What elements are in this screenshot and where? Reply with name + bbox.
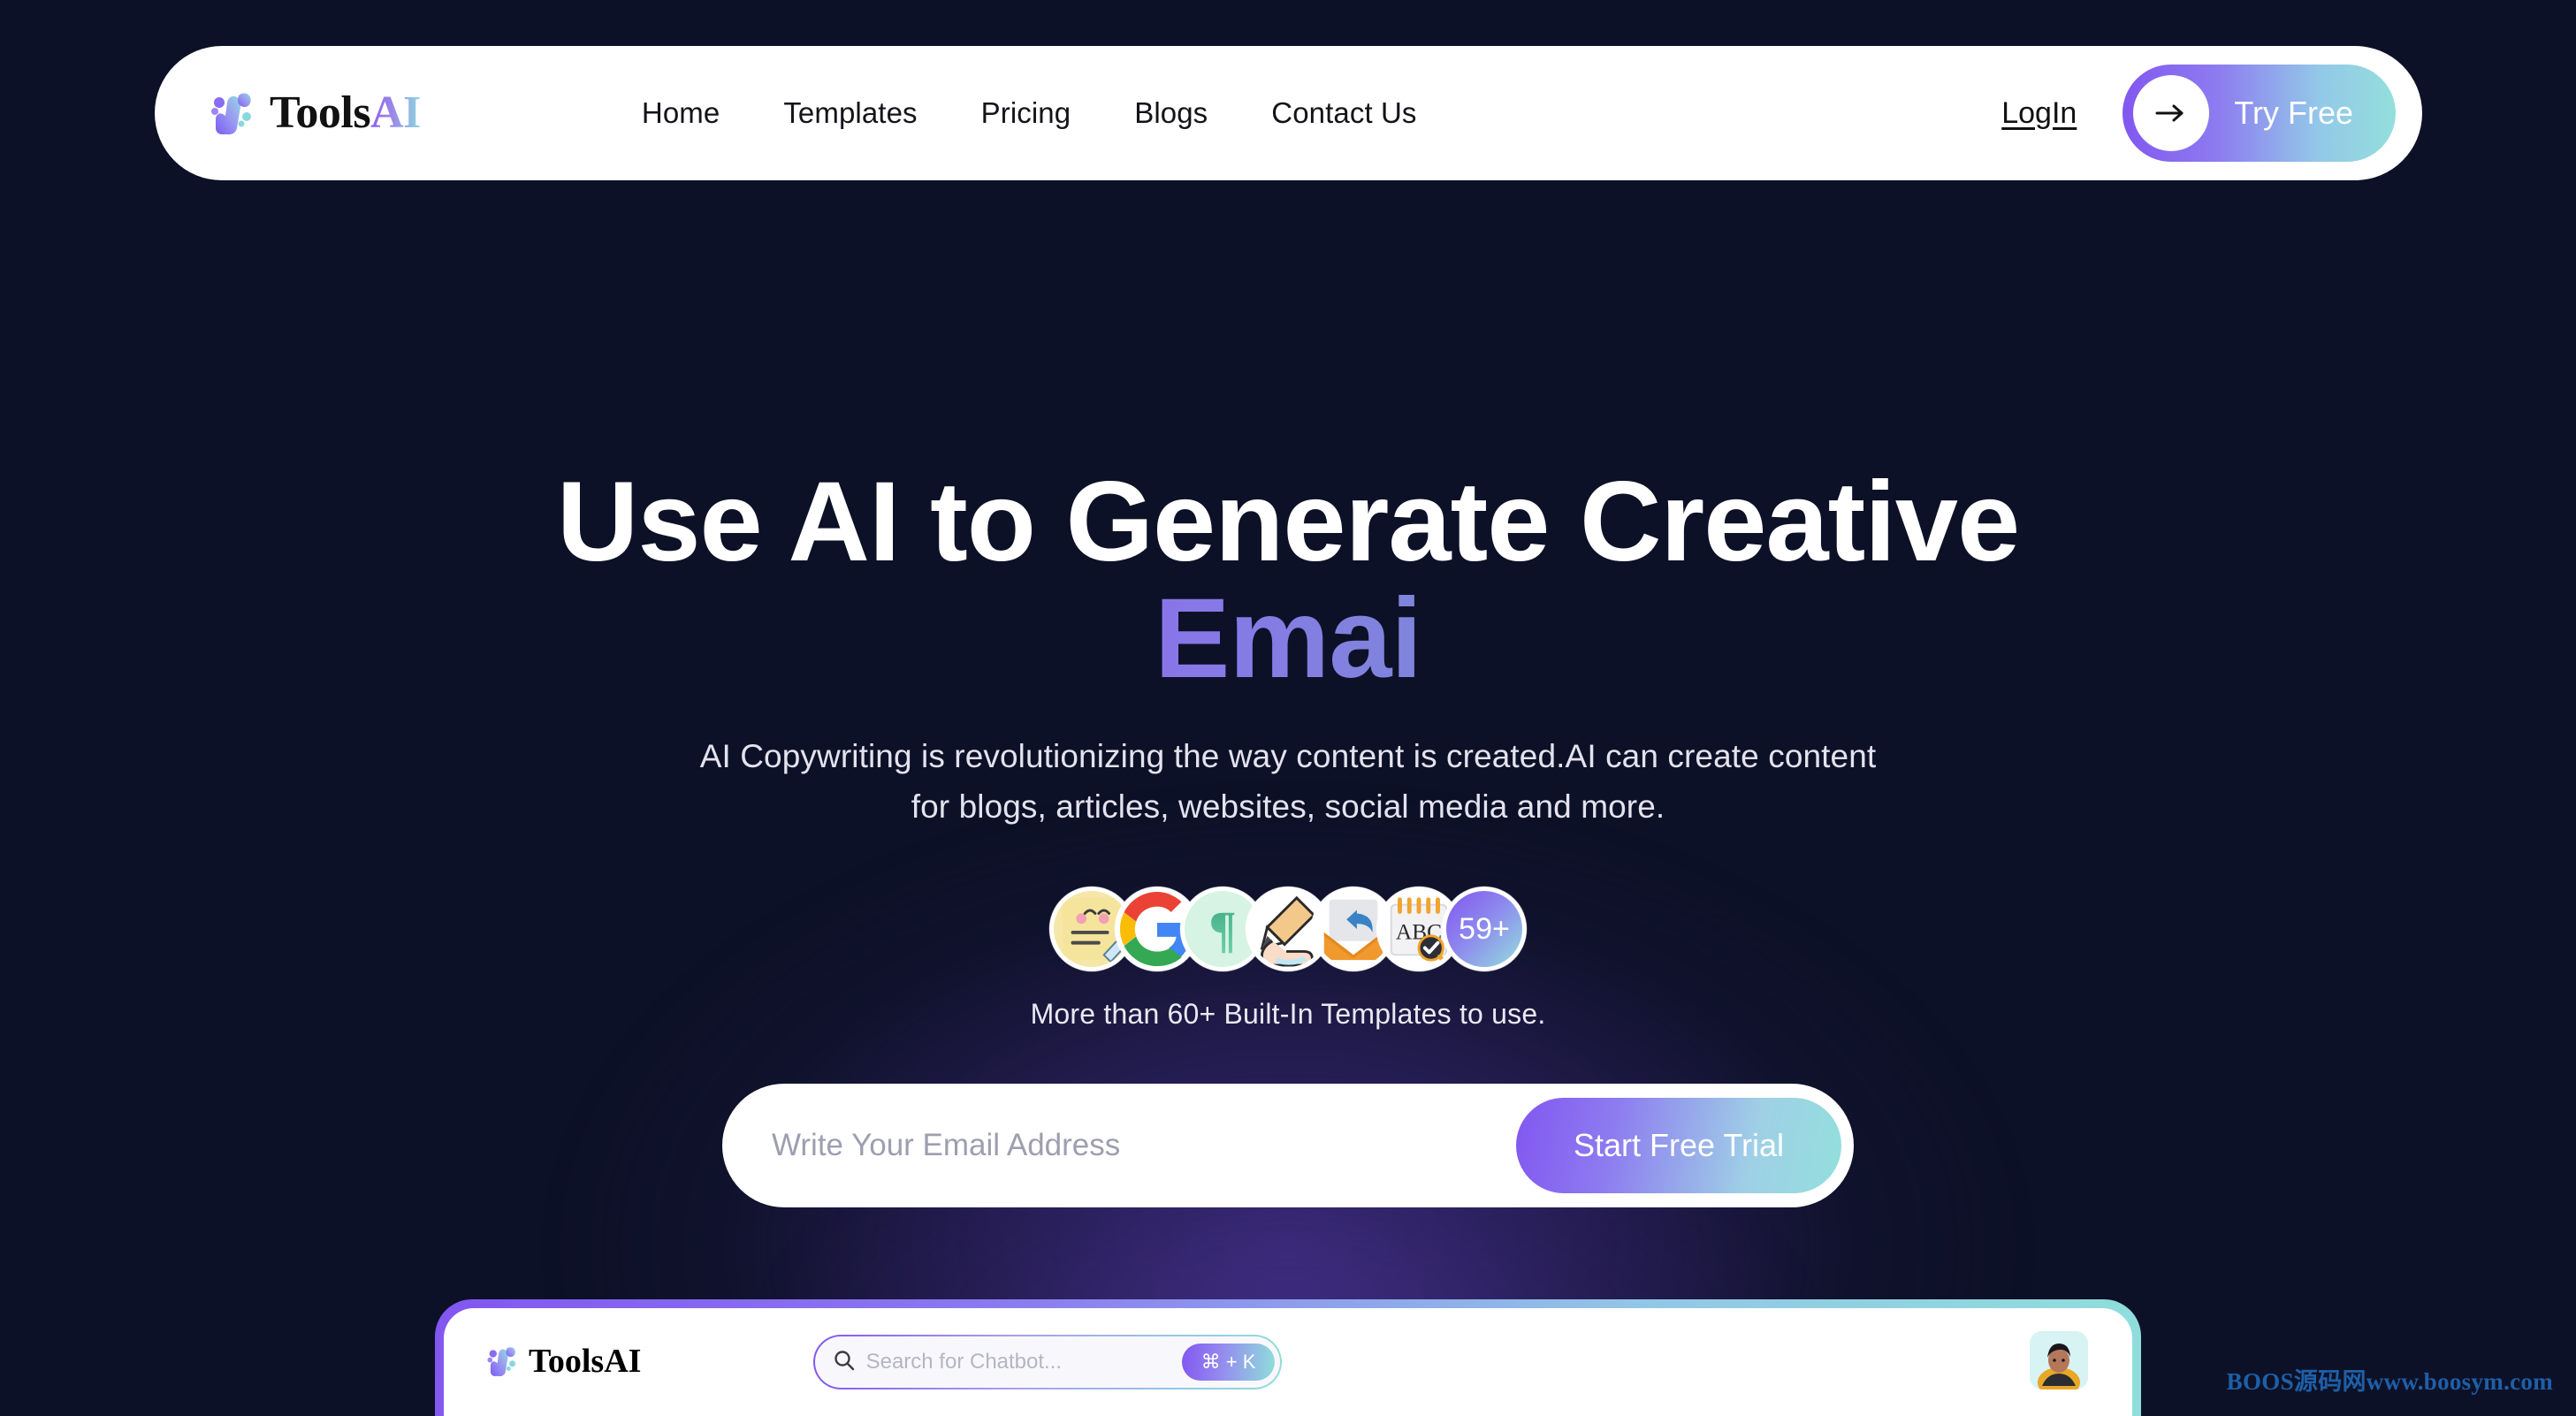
nav-item-templates[interactable]: Templates: [783, 96, 917, 130]
start-free-trial-button[interactable]: Start Free Trial: [1516, 1098, 1841, 1194]
templates-note: More than 60+ Built-In Templates to use.: [1030, 998, 1546, 1031]
hero-title-line2-animated: Emai: [0, 580, 2576, 697]
header-actions: LogIn Try Free: [2001, 65, 2396, 162]
user-avatar-icon[interactable]: [2030, 1331, 2088, 1389]
try-free-label: Try Free: [2234, 95, 2353, 131]
brand-name-accent: AI: [370, 88, 421, 138]
avatar-count-badge[interactable]: 59+: [1442, 887, 1527, 972]
app-preview-card: ToolsAI Search for Chatbot... ⌘ + K: [435, 1299, 2141, 1416]
template-avatar-stack: ¶ ABC 59+: [1049, 887, 1527, 972]
hero-section: Use AI to Generate Creative Emai AI Copy…: [0, 0, 2576, 1208]
brand-name-primary: Tools: [270, 88, 371, 138]
search-shortcut-badge[interactable]: ⌘ + K: [1181, 1344, 1276, 1381]
app-brand-logo[interactable]: ToolsAI: [486, 1344, 641, 1379]
app-brand-name-primary: Tools: [529, 1343, 605, 1380]
app-search-bar[interactable]: Search for Chatbot... ⌘ + K: [813, 1335, 1282, 1389]
nav-item-home[interactable]: Home: [642, 96, 720, 130]
search-icon: [833, 1349, 856, 1376]
nav-item-contact-us[interactable]: Contact Us: [1271, 96, 1416, 130]
nav-item-blogs[interactable]: Blogs: [1134, 96, 1208, 130]
app-brand-name-accent: AI: [604, 1343, 642, 1380]
email-capture-form: Start Free Trial: [722, 1084, 1854, 1208]
app-preview-inner: ToolsAI Search for Chatbot... ⌘ + K: [444, 1308, 2132, 1416]
app-search-placeholder: Search for Chatbot...: [865, 1350, 1063, 1374]
nav-item-pricing[interactable]: Pricing: [981, 96, 1071, 130]
hero-subtitle: AI Copywriting is revolutionizing the wa…: [0, 731, 2576, 833]
template-avatars-row: ¶ ABC 59+: [0, 887, 2576, 972]
watermark: BOOS源码网www.boosym.com: [2226, 1368, 2553, 1395]
email-input[interactable]: [772, 1084, 1516, 1208]
app-search-inner: Search for Chatbot... ⌘ + K: [814, 1336, 1281, 1389]
main-navigation: Home Templates Pricing Blogs Contact Us: [642, 96, 1417, 130]
hero-subtitle-line1: AI Copywriting is revolutionizing the wa…: [699, 737, 1877, 774]
hero-subtitle-line2: for blogs, articles, websites, social me…: [911, 788, 1665, 825]
site-header: ToolsAI Home Templates Pricing Blogs Con…: [155, 46, 2422, 180]
toolsai-dots-logo-icon: [210, 88, 257, 138]
brand-logo[interactable]: ToolsAI: [210, 88, 421, 138]
app-brand-name: ToolsAI: [529, 1344, 641, 1378]
login-link[interactable]: LogIn: [2001, 96, 2077, 131]
brand-name: ToolsAI: [270, 90, 421, 136]
toolsai-dots-logo-icon: [486, 1344, 520, 1379]
arrow-right-icon: [2133, 75, 2210, 151]
try-free-button[interactable]: Try Free: [2123, 65, 2396, 162]
hero-title-line1: Use AI to Generate Creative: [556, 459, 2020, 585]
